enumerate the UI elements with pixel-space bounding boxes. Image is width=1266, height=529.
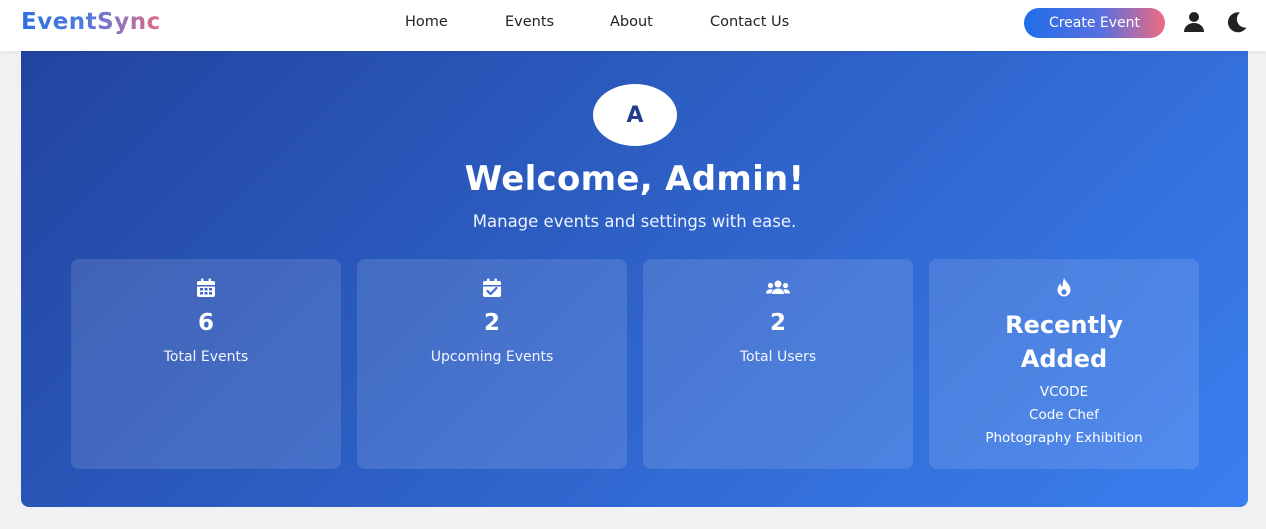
nav-link-about[interactable]: About [610,14,653,30]
recently-added-card: Recently Added VCODE Code Chef Photograp… [929,259,1199,469]
recently-added-title-line1: Recently [1005,311,1123,339]
admin-hero-panel: A Welcome, Admin! Manage events and sett… [21,51,1248,507]
dark-mode-moon-icon[interactable] [1224,10,1248,34]
welcome-heading: Welcome, Admin! [464,159,805,199]
stat-card-total-users: 2 Total Users [643,259,913,469]
list-item[interactable]: Code Chef [929,404,1199,427]
list-item[interactable]: VCODE [929,381,1199,404]
nav-link-home[interactable]: Home [405,14,448,30]
nav-link-contact[interactable]: Contact Us [710,14,789,30]
calendar-icon [71,277,341,299]
stat-value: 2 [769,310,786,336]
recently-added-title: Recently Added [929,308,1199,376]
welcome-subtitle: Manage events and settings with ease. [472,212,797,231]
recent-events-list: VCODE Code Chef Photography Exhibition [929,381,1199,450]
top-navbar: EventSync Home Events About Contact Us C… [0,0,1266,51]
avatar: A [593,84,677,146]
nav-link-events[interactable]: Events [505,14,554,30]
list-item[interactable]: Photography Exhibition [929,427,1199,450]
brand-logo[interactable]: EventSync [21,9,161,35]
stat-value: 6 [197,310,214,336]
create-event-button[interactable]: Create Event [1024,8,1165,38]
stat-label: Total Events [163,349,249,365]
calendar-check-icon [357,277,627,299]
stat-label: Total Users [739,349,817,365]
stat-card-upcoming-events: 2 Upcoming Events [357,259,627,469]
users-icon [643,277,913,299]
stat-value: 2 [483,310,500,336]
stat-card-total-events: 6 Total Events [71,259,341,469]
fire-icon [929,277,1199,299]
recently-added-title-line2: Added [1020,345,1108,373]
user-icon[interactable] [1182,10,1206,34]
stat-label: Upcoming Events [430,349,554,365]
